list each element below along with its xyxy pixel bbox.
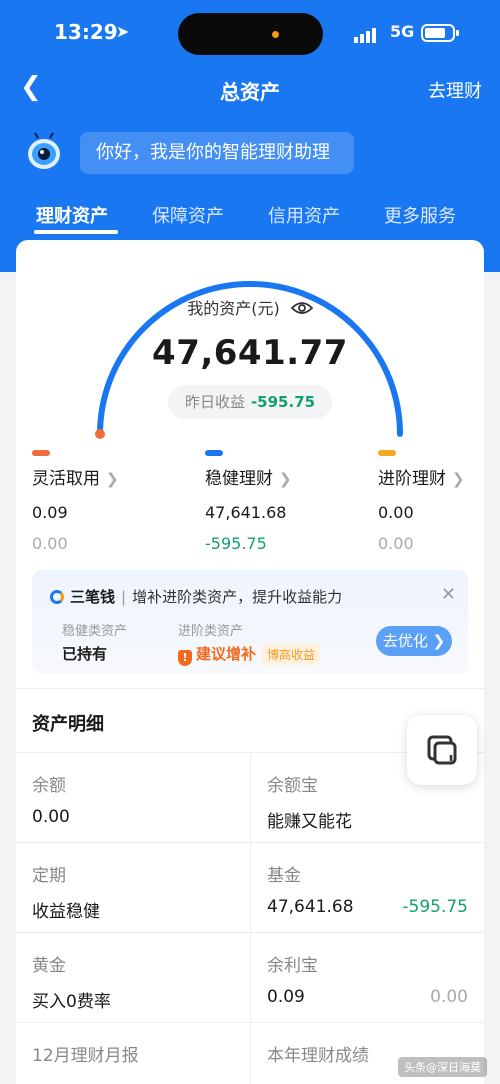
signal-icon bbox=[354, 24, 378, 43]
advanced-assets-segment: 进阶类资产 ! 建议增补 博高收益 bbox=[178, 620, 388, 666]
floating-copy-button[interactable] bbox=[407, 715, 477, 785]
segment-label: 进阶类资产 bbox=[178, 624, 244, 639]
asset-detail-title: 资产明细 bbox=[32, 714, 104, 735]
page-title: 总资产 bbox=[220, 80, 280, 104]
watermark: 头条@深日海莫 bbox=[398, 1057, 487, 1077]
detail-balance[interactable]: 余额 0.00 bbox=[16, 752, 250, 842]
detail-label: 12月理财月报 bbox=[32, 1046, 139, 1066]
location-arrow-icon: ➤ bbox=[116, 22, 130, 41]
detail-fixed-term[interactable]: 定期 收益稳健 bbox=[16, 842, 250, 932]
detail-value: 买入0费率 bbox=[32, 992, 111, 1012]
category-color-bar bbox=[32, 450, 50, 456]
robot-icon bbox=[28, 132, 60, 169]
detail-change: 0.00 bbox=[430, 987, 468, 1007]
yesterday-earnings[interactable]: 昨日收益 -595.75 bbox=[168, 385, 332, 419]
detail-label: 基金 bbox=[267, 866, 301, 886]
category-change: -595.75 bbox=[205, 534, 267, 553]
yesterday-label: 昨日收益 bbox=[184, 393, 245, 411]
detail-label: 本年理财成绩 bbox=[267, 1046, 369, 1066]
chevron-right-icon: ❯ bbox=[106, 470, 119, 488]
category-name: 灵活取用 bbox=[32, 469, 100, 489]
banner-brand: 三笔钱 bbox=[70, 588, 116, 606]
banner-header: 三笔钱 | 增补进阶类资产，提升收益能力 bbox=[50, 586, 342, 607]
detail-label: 余额 bbox=[32, 776, 66, 796]
detail-value: 0.00 bbox=[32, 807, 70, 827]
yesterday-value: -595.75 bbox=[250, 393, 316, 411]
segment-value: 建议增补 bbox=[196, 645, 257, 663]
copy-icon bbox=[427, 735, 457, 765]
nav-bar: ❮ 总资产 去理财 bbox=[0, 66, 500, 110]
optimize-button[interactable]: 去优化 ❯ bbox=[376, 626, 452, 656]
tab-protection-assets[interactable]: 保障资产 bbox=[152, 202, 224, 228]
high-return-tag: 博高收益 bbox=[262, 644, 321, 665]
category-flexible[interactable]: 灵活取用 ❯ 0.09 0.00 bbox=[32, 450, 182, 553]
tab-credit-assets[interactable]: 信用资产 bbox=[268, 202, 340, 228]
tab-more-services[interactable]: 更多服务 bbox=[384, 202, 456, 228]
segment-label: 稳健类资产 bbox=[62, 624, 128, 639]
detail-label: 余利宝 bbox=[267, 956, 318, 976]
detail-change: -595.75 bbox=[402, 897, 468, 917]
detail-value: 0.09 bbox=[267, 987, 305, 1007]
category-change: 0.00 bbox=[32, 534, 68, 553]
chevron-right-icon: ❯ bbox=[452, 470, 465, 488]
network-label: 5G bbox=[390, 22, 415, 41]
tab-bar: 理财资产 保障资产 信用资产 更多服务 bbox=[0, 198, 500, 242]
battery-icon bbox=[421, 24, 459, 42]
category-stable[interactable]: 稳健理财 ❯ 47,641.68 -595.75 bbox=[205, 450, 355, 553]
stable-assets-segment: 稳健类资产 已持有 bbox=[62, 620, 162, 664]
eye-icon[interactable] bbox=[290, 301, 314, 315]
category-color-bar bbox=[205, 450, 223, 456]
detail-monthly-report[interactable]: 12月理财月报 bbox=[16, 1022, 250, 1084]
category-value: 0.09 bbox=[32, 503, 68, 522]
status-time: 13:29 bbox=[54, 20, 118, 44]
active-tab-indicator bbox=[34, 230, 118, 234]
detail-funds[interactable]: 基金 47,641.68 -595.75 bbox=[250, 842, 484, 932]
sanbiqian-logo-icon bbox=[50, 590, 64, 604]
go-invest-link[interactable]: 去理财 bbox=[428, 77, 482, 103]
status-bar: 13:29 ➤ 5G bbox=[0, 0, 500, 62]
optimization-banner[interactable]: 三笔钱 | 增补进阶类资产，提升收益能力 ✕ 稳健类资产 已持有 进阶类资产 ! 建议… bbox=[32, 570, 468, 674]
category-color-bar bbox=[378, 450, 396, 456]
category-value: 47,641.68 bbox=[205, 503, 287, 522]
segment-value: 已持有 bbox=[62, 645, 108, 663]
category-advanced[interactable]: 进阶理财 ❯ 0.00 0.00 bbox=[378, 450, 484, 553]
banner-text: 增补进阶类资产，提升收益能力 bbox=[132, 588, 343, 606]
assistant-greeting: 你好，我是你的智能理财助理 bbox=[80, 132, 354, 174]
category-name: 进阶理财 bbox=[378, 469, 446, 489]
warning-shield-icon: ! bbox=[178, 650, 192, 666]
detail-gold[interactable]: 黄金 买入0费率 bbox=[16, 932, 250, 1022]
category-value: 0.00 bbox=[378, 503, 414, 522]
assets-card: 我的资产(元) 47,641.77 昨日收益 -595.75 灵活取用 ❯ 0.09… bbox=[16, 240, 484, 1084]
detail-value: 能赚又能花 bbox=[267, 812, 352, 832]
detail-value: 47,641.68 bbox=[267, 897, 354, 917]
category-change: 0.00 bbox=[378, 534, 414, 553]
detail-yulibao[interactable]: 余利宝 0.09 0.00 bbox=[250, 932, 484, 1022]
detail-label: 余额宝 bbox=[267, 776, 318, 796]
detail-label: 定期 bbox=[32, 866, 66, 886]
chevron-right-icon: ❯ bbox=[279, 470, 292, 488]
divider bbox=[16, 688, 484, 689]
my-assets-label: 我的资产(元) bbox=[16, 295, 484, 319]
total-assets: 47,641.77 bbox=[152, 333, 348, 373]
dynamic-island bbox=[178, 13, 323, 55]
close-icon[interactable]: ✕ bbox=[441, 584, 456, 605]
detail-value: 收益稳健 bbox=[32, 902, 100, 922]
detail-label: 黄金 bbox=[32, 956, 66, 976]
category-name: 稳健理财 bbox=[205, 469, 273, 489]
tab-wealth-assets[interactable]: 理财资产 bbox=[36, 202, 108, 228]
